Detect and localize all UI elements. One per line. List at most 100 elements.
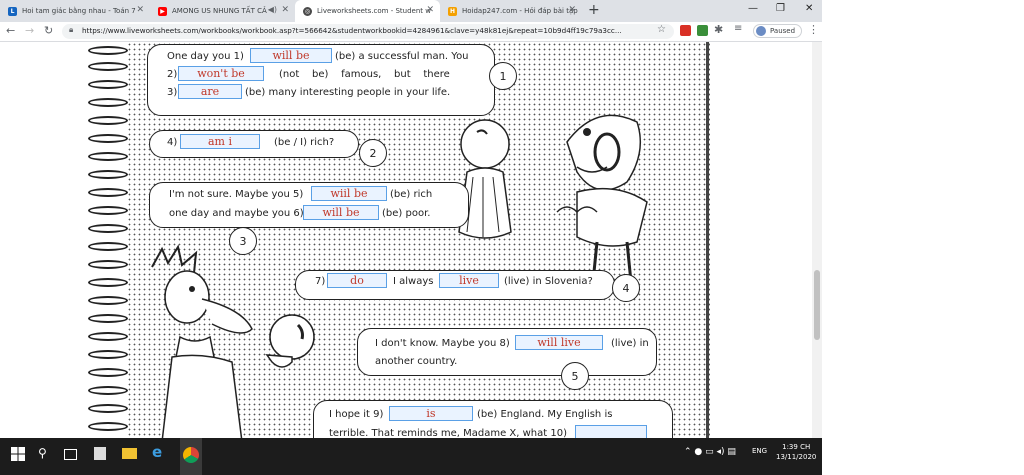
spiral-ring [88,404,128,413]
bubble-number-3: 3 [229,227,257,255]
hoidap-favicon-icon: H [448,6,457,16]
store-icon[interactable] [94,447,106,460]
answer-1-input[interactable]: will be [250,48,332,63]
tab-hoi-tam-giac[interactable]: L Hoi tam giác bằng nhau - Toán 7 ✕ [0,0,150,22]
chrome-icon [183,447,199,463]
answer-2-input[interactable]: won't be [178,66,264,81]
q6-suffix: (be) poor. [382,208,431,219]
speaker-icon[interactable]: ◀) [268,5,277,14]
spiral-ring [88,188,128,197]
system-tray-icons[interactable]: ⌃ ● ▭ ◂) ▤ [684,447,736,457]
bubble-number-4: 4 [612,274,640,302]
chrome-taskbar-button[interactable] [180,438,202,475]
spiral-ring [88,260,128,269]
extension-red-icon[interactable] [680,25,691,36]
answer-6-input[interactable]: will be [303,205,379,220]
new-tab-button[interactable]: + [588,2,600,18]
spiral-ring [88,278,128,287]
address-bar[interactable]: 🔒︎ https://www.liveworksheets.com/workbo… [62,24,674,39]
tab-hoidap247[interactable]: H Hoidap247.com - Hỏi đáp bài tập ✕ [440,0,582,22]
browser-toolbar: ← → ↻ 🔒︎ https://www.liveworksheets.com/… [0,22,822,42]
reload-icon[interactable]: ↻ [44,24,53,37]
desktop-blank-area [822,0,1024,475]
answer-4-input[interactable]: am i [180,134,260,149]
extension-green-icon[interactable] [697,25,708,36]
tab-strip: L Hoi tam giác bằng nhau - Toán 7 ✕ ▶ AM… [0,0,822,22]
maximize-icon[interactable]: ❐ [776,3,785,14]
answer-8-input[interactable]: will live [515,335,603,350]
windows-taskbar: ⚲ e ⌃ ● ▭ ◂) ▤ ENG 1:39 CH 13/11/2020 [0,438,822,475]
answer-live-input[interactable]: live [439,273,499,288]
close-icon[interactable]: ✕ [136,5,144,15]
spiral-ring [88,350,128,359]
tab-among-us[interactable]: ▶ AMONG US NHUNG TẤT CẢ ◀) ✕ [150,0,295,22]
spiral-ring [88,386,128,395]
spiral-ring [88,224,128,233]
task-view-icon[interactable] [64,449,77,460]
spiral-ring [88,296,128,305]
clock-date: 13/11/2020 [776,453,817,461]
q2-prefix: 2) [167,69,178,80]
man-with-ball-illustration [151,244,315,438]
windows-start-icon[interactable] [10,446,26,462]
star-icon[interactable]: ☆ [657,24,666,35]
q9-prefix: I hope it 9) [329,409,384,420]
spiral-ring [88,314,128,323]
q5-prefix: I'm not sure. Maybe you 5) [169,189,304,200]
close-icon[interactable]: ✕ [426,5,434,15]
language-indicator[interactable]: ENG [752,447,767,455]
spiral-ring [88,46,128,55]
q9-suffix: (be) England. My English is [477,409,613,420]
q7-prefix: 7) [315,276,326,287]
q8-prefix: I don't know. Maybe you 8) [375,338,510,349]
minimize-icon[interactable]: — [748,3,758,14]
forward-icon[interactable]: → [25,24,34,37]
spiral-ring [88,98,128,107]
q5-suffix: (be) rich [390,189,433,200]
youtube-icon: ▶ [158,6,167,16]
answer-10-input[interactable] [575,425,647,438]
q6-prefix: one day and maybe you 6) [169,208,304,219]
answer-9-input[interactable]: is [389,406,473,421]
scrollbar[interactable] [812,42,822,438]
spiral-ring [88,242,128,251]
answer-3-input[interactable]: are [178,84,242,99]
spiral-ring [88,368,128,377]
tab-title: AMONG US NHUNG TẤT CẢ [172,7,267,15]
q3-suffix: (be) many interesting people in your lif… [245,87,451,98]
spiral-ring [88,332,128,341]
q4-prefix: 4) [167,137,178,148]
clock-time: 1:39 CH [782,443,811,451]
spiral-ring [88,206,128,215]
worksheet-page: One day you 1) will be (be) a successful… [127,42,710,438]
extensions-puzzle-icon[interactable]: ✱ [714,23,723,36]
edge-icon[interactable]: e [152,443,168,461]
profile-paused-button[interactable]: Paused [753,24,803,38]
q7-suffix: (live) in Slovenia? [504,276,593,287]
back-icon[interactable]: ← [6,24,15,37]
spiral-ring [88,422,128,431]
search-icon[interactable]: ⚲ [38,446,54,462]
q8-line2: another country. [375,356,458,367]
tab-title: Liveworksheets.com - Student w [317,7,431,15]
page-edge [706,42,709,438]
bubble-number-1: 1 [489,62,517,90]
avatar [756,26,766,36]
tab-liveworksheets[interactable]: ◎ Liveworksheets.com - Student w ✕ [295,0,440,22]
speech-bubble-5 [357,328,657,376]
menu-icon[interactable]: ⋮ [808,23,819,36]
scrollbar-thumb[interactable] [814,270,820,340]
paused-label: Paused [770,27,796,35]
bubble-number-5: 5 [561,362,589,390]
taskbar-clock[interactable]: 1:39 CH 13/11/2020 [776,442,816,462]
l-favicon-icon: L [8,6,17,16]
close-icon[interactable]: ✕ [568,5,576,15]
reading-list-icon[interactable]: ≡ [734,23,742,34]
q7-middle: I always [393,276,434,287]
answer-7-input[interactable]: do [327,273,387,288]
answer-5-input[interactable]: wiil be [311,186,387,201]
spiral-ring [88,134,128,143]
close-icon[interactable]: ✕ [281,5,289,15]
file-explorer-icon[interactable] [122,448,137,459]
close-window-icon[interactable]: ✕ [805,3,813,14]
